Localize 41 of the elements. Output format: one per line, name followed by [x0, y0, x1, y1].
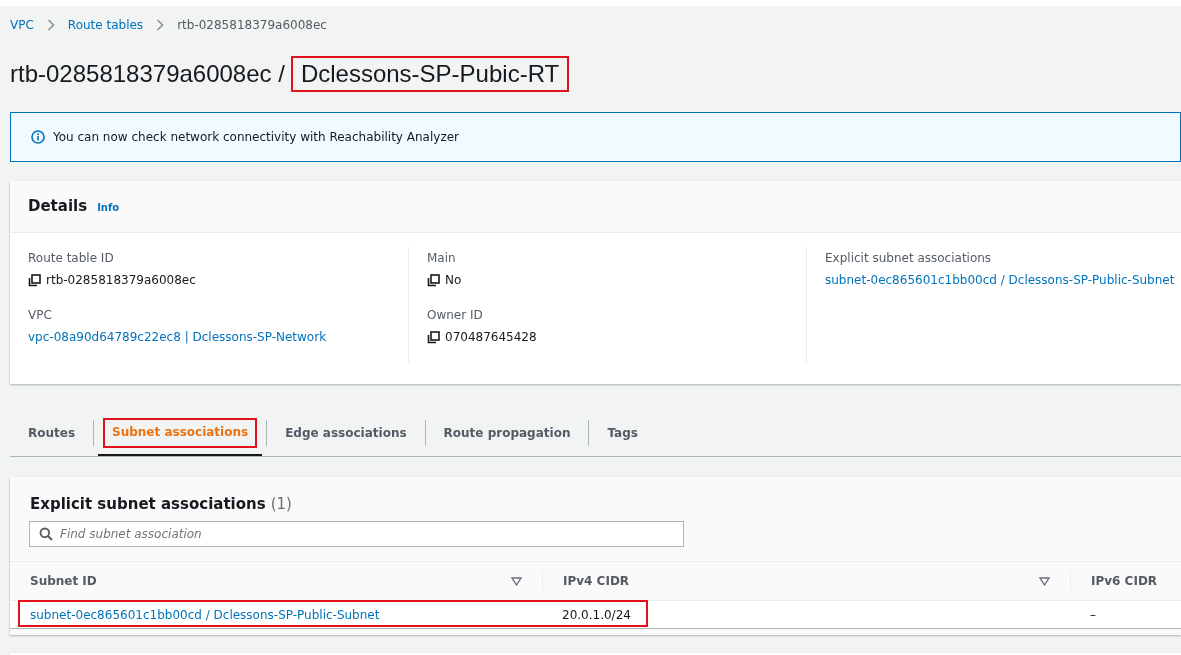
copy-icon: [28, 273, 41, 287]
panel-heading: Details: [28, 197, 88, 215]
search-field[interactable]: Find subnet association: [29, 521, 684, 547]
field-value: No: [445, 273, 462, 287]
field-label: VPC: [28, 307, 53, 324]
item-count: (1): [270, 495, 292, 513]
breadcrumb-current: rtb-0285818379a6008ec: [177, 18, 327, 32]
highlighted-title-name: Dclessons-SP-Pubic-RT: [290, 56, 570, 92]
field-value: rtb-0285818379a6008ec: [46, 273, 196, 287]
table-cell-text: –: [1089, 607, 1097, 622]
field-label: Main: [427, 250, 457, 267]
field-label: Route table ID: [28, 250, 115, 267]
tab[interactable]: Tags: [599, 410, 646, 456]
copy-icon: [427, 330, 440, 344]
column-header: Subnet ID: [30, 574, 97, 588]
chevron-right-icon: [46, 19, 55, 31]
tab[interactable]: Subnet associations: [98, 410, 263, 456]
field-link[interactable]: subnet-0ec865601c1bb00cd / Dclessons-SP-Public-Subnet: [825, 273, 1175, 287]
subnet-link[interactable]: subnet-0ec865601c1bb00cd / Dclessons-SP-Public-Subnet: [10, 607, 542, 622]
tab[interactable]: Routes: [20, 410, 84, 456]
panel-heading: Explicit subnet associations: [30, 495, 266, 513]
search-icon: [39, 527, 53, 541]
column-header: IPv4 CIDR: [563, 574, 630, 588]
sort-icon: [1039, 576, 1050, 586]
tab[interactable]: Route propagation: [435, 410, 579, 456]
page-title: rtb-0285818379a6008ec /: [10, 60, 285, 88]
breadcrumb-link[interactable]: VPC: [10, 18, 34, 32]
tab[interactable]: Edge associations: [277, 410, 415, 456]
info-icon: [31, 130, 45, 144]
field-label: Explicit subnet associations: [825, 250, 993, 267]
sort-icon: [511, 576, 522, 586]
table-cell-text: 20.0.1.0/24: [561, 607, 632, 622]
info-link[interactable]: Info: [97, 202, 120, 213]
column-header: IPv6 CIDR: [1091, 574, 1158, 588]
banner-message: You can now check network connectivity with Reachability Analyzer: [53, 130, 459, 144]
field-value: 070487645428: [445, 330, 537, 344]
chevron-right-icon: [156, 19, 165, 31]
field-link[interactable]: vpc-08a90d64789c22ec8 | Dclessons-SP-Network: [28, 330, 327, 344]
copy-icon: [427, 273, 440, 287]
field-label: Owner ID: [427, 307, 484, 324]
breadcrumb-link[interactable]: Route tables: [67, 18, 144, 32]
